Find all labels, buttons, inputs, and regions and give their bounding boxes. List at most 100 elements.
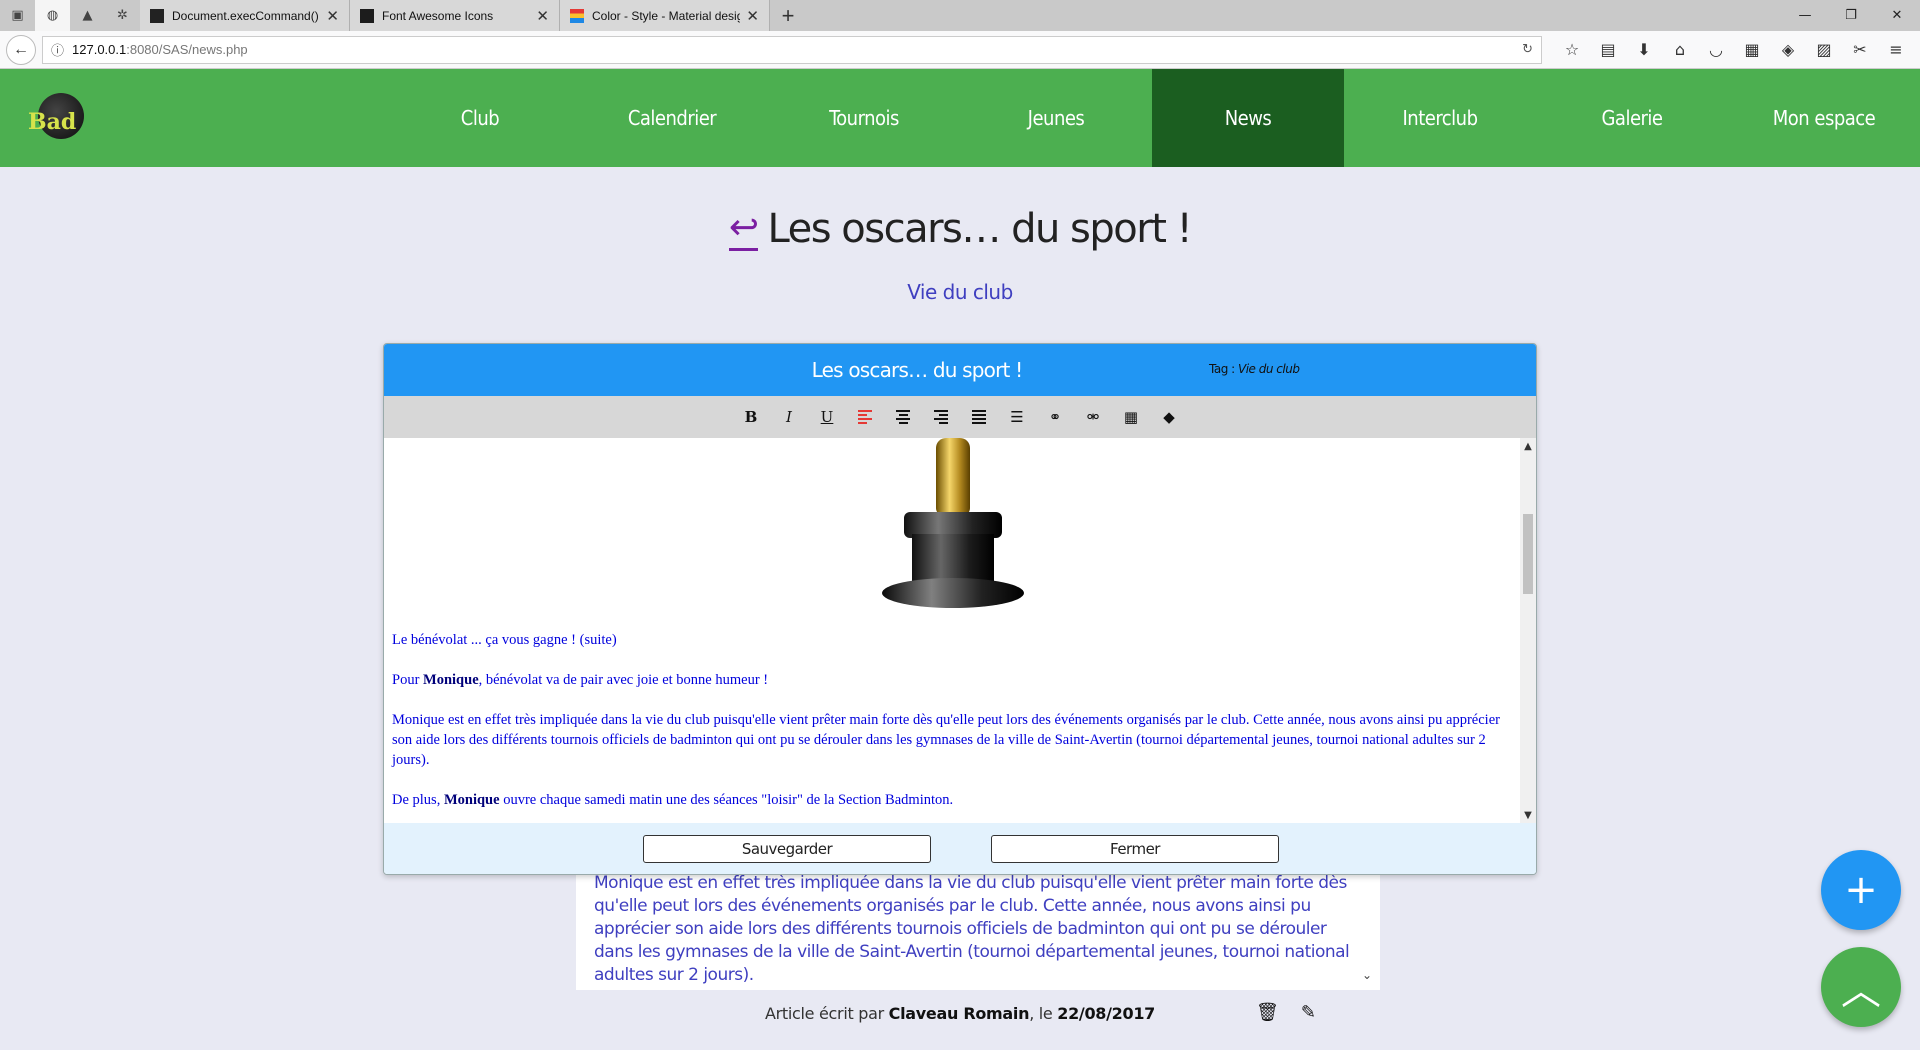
article-scroll-down-icon[interactable]: ⌄ [1362, 968, 1372, 982]
return-arrow-icon[interactable]: ↩ [728, 207, 759, 251]
align-left-icon [858, 410, 872, 424]
editor-paragraph: Le bénévolat ... ça vous gagne ! (suite) [392, 632, 617, 648]
new-tab-button[interactable]: + [770, 0, 806, 31]
browser-toolbar: ☆ ▤ ⬇ ⌂ ◡ ▦ ◈ ▨ ✂ ≡ [1554, 40, 1914, 59]
editor-scrollbar[interactable]: ▲ ▼ [1520, 438, 1536, 823]
author-name: Claveau Romain [888, 1004, 1030, 1023]
scroll-down-icon[interactable]: ▼ [1520, 807, 1536, 823]
mdn-icon [150, 8, 164, 23]
minimize-icon[interactable]: — [1782, 0, 1828, 31]
scrollbar-thumb[interactable] [1523, 514, 1533, 594]
home-icon[interactable]: ⌂ [1662, 40, 1698, 59]
article-body: Monique est en effet très impliquée dans… [576, 860, 1380, 990]
link-button[interactable]: ⚭ [1043, 405, 1067, 429]
menu-item-jeunes[interactable]: Jeunes [960, 69, 1152, 167]
url-bar[interactable]: ⓘ 127.0.0.1 :8080/SAS/news.php ↻ [42, 35, 1542, 64]
editor-paragraph: Pour Monique, bénévolat va de pair avec … [392, 672, 769, 688]
menu-icon[interactable]: ≡ [1878, 40, 1914, 59]
underline-button[interactable]: U [815, 405, 839, 429]
menu-item-galerie[interactable]: Galerie [1536, 69, 1728, 167]
tools-icon[interactable]: ✂ [1842, 40, 1878, 59]
table-button[interactable]: ▦ [1119, 405, 1143, 429]
restore-icon[interactable]: ❐ [1828, 0, 1874, 31]
article-byline: Article écrit par Claveau Romain, le 22/… [0, 1004, 1920, 1023]
byline-prefix: Article écrit par [764, 1004, 889, 1023]
bold-button[interactable]: B [739, 405, 763, 429]
editor-text: Le bénévolat ... ça vous gagne ! (suite)… [392, 630, 1512, 830]
menu-item-interclub[interactable]: Interclub [1344, 69, 1536, 167]
pinned-tab-3[interactable]: ▲ [70, 0, 105, 31]
menu-item-mon-espace[interactable]: Mon espace [1728, 69, 1920, 167]
pencil-icon[interactable]: ✎ [1301, 1002, 1316, 1023]
modal-tag-value: Vie du club [1238, 362, 1300, 376]
chevron-up-icon: ︿ [1841, 968, 1881, 1014]
align-left-button[interactable] [853, 405, 877, 429]
main-menu: Club Calendrier Tournois Jeunes News Int… [384, 69, 1920, 167]
logo-text: Bad [28, 109, 77, 135]
pocket-icon[interactable]: ◡ [1698, 40, 1734, 59]
close-icon[interactable]: ✕ [746, 7, 759, 25]
window-controls: — ❐ ✕ [1782, 0, 1920, 31]
tag-button[interactable]: ◆ [1157, 405, 1181, 429]
editor-paragraph: De plus, Monique ouvre chaque samedi mat… [392, 792, 954, 808]
page-tag[interactable]: Vie du club [0, 280, 1920, 304]
bookmark-star-icon[interactable]: ☆ [1554, 40, 1590, 59]
url-host: 127.0.0.1 [72, 42, 127, 57]
back-button[interactable]: ← [6, 34, 36, 65]
article-text: Monique est en effet très impliquée dans… [594, 873, 1350, 985]
article-actions: 🗑 ✎ [1256, 1002, 1316, 1023]
scroll-top-button[interactable]: ︿ [1821, 947, 1901, 1027]
browser-tab-material[interactable]: Color - Style - Material design ✕ [560, 0, 770, 31]
close-window-icon[interactable]: ✕ [1874, 0, 1920, 31]
italic-button[interactable]: I [777, 405, 801, 429]
align-right-button[interactable] [929, 405, 953, 429]
url-path: :8080/SAS/news.php [126, 42, 248, 57]
modal-tag: Tag : Vie du club [1209, 362, 1300, 376]
menu-item-news[interactable]: News [1152, 69, 1344, 167]
align-right-icon [934, 410, 948, 424]
unlink-button[interactable]: ⚮ [1081, 405, 1105, 429]
scroll-up-icon[interactable]: ▲ [1520, 438, 1536, 454]
editor-paragraph: Monique est en effet très impliquée dans… [392, 712, 1500, 768]
pinned-tab-4[interactable]: ✲ [105, 0, 140, 31]
browser-nav-bar: ← ⓘ 127.0.0.1 :8080/SAS/news.php ↻ ☆ ▤ ⬇… [0, 31, 1920, 69]
menu-item-club[interactable]: Club [384, 69, 576, 167]
browser-tab-bar: ▣ ◍ ▲ ✲ Document.execCommand() ✕ Font Aw… [0, 0, 1920, 31]
tab-label: Color - Style - Material design [592, 8, 741, 23]
justify-icon [972, 410, 986, 424]
close-button[interactable]: Fermer [991, 835, 1279, 863]
page-title-text: Les oscars… du sport ! [767, 206, 1193, 252]
extension-icon[interactable]: ▦ [1734, 40, 1770, 59]
reading-list-icon[interactable]: ▤ [1590, 40, 1626, 59]
menu-item-calendrier[interactable]: Calendrier [576, 69, 768, 167]
site-header: Bad Club Calendrier Tournois Jeunes News… [0, 69, 1920, 167]
editor-content[interactable]: Le bénévolat ... ça vous gagne ! (suite)… [384, 438, 1536, 823]
trash-icon[interactable]: 🗑 [1256, 1002, 1279, 1023]
add-news-button[interactable]: + [1821, 850, 1901, 930]
menu-item-tournois[interactable]: Tournois [768, 69, 960, 167]
list-button[interactable]: ☰ [1005, 405, 1029, 429]
reload-icon[interactable]: ↻ [1522, 42, 1533, 57]
tab-label: Font Awesome Icons [382, 8, 494, 23]
edit-article-modal: Les oscars… du sport ! Tag : Vie du club… [383, 343, 1537, 875]
club-logo[interactable]: Bad [24, 83, 88, 149]
pinned-tab-2[interactable]: ◍ [35, 0, 70, 31]
pinned-tab-1[interactable]: ▣ [0, 0, 35, 31]
align-center-button[interactable] [891, 405, 915, 429]
fontawesome-icon [360, 8, 374, 23]
page-title: ↩ Les oscars… du sport ! [0, 206, 1920, 252]
close-icon[interactable]: ✕ [326, 7, 339, 25]
info-icon[interactable]: ⓘ [51, 40, 64, 59]
browser-tab-execcommand[interactable]: Document.execCommand() ✕ [140, 0, 350, 31]
download-icon[interactable]: ⬇ [1626, 40, 1662, 59]
modal-tag-label: Tag : [1209, 362, 1238, 376]
byline-mid: , le [1029, 1004, 1058, 1023]
browser-tab-fontawesome[interactable]: Font Awesome Icons ✕ [350, 0, 560, 31]
close-icon[interactable]: ✕ [536, 7, 549, 25]
article-date: 22/08/2017 [1057, 1004, 1156, 1023]
tab-label: Document.execCommand() [172, 8, 319, 23]
justify-button[interactable] [967, 405, 991, 429]
shield-icon[interactable]: ◈ [1770, 40, 1806, 59]
save-button[interactable]: Sauvegarder [643, 835, 931, 863]
graph-icon[interactable]: ▨ [1806, 40, 1842, 59]
